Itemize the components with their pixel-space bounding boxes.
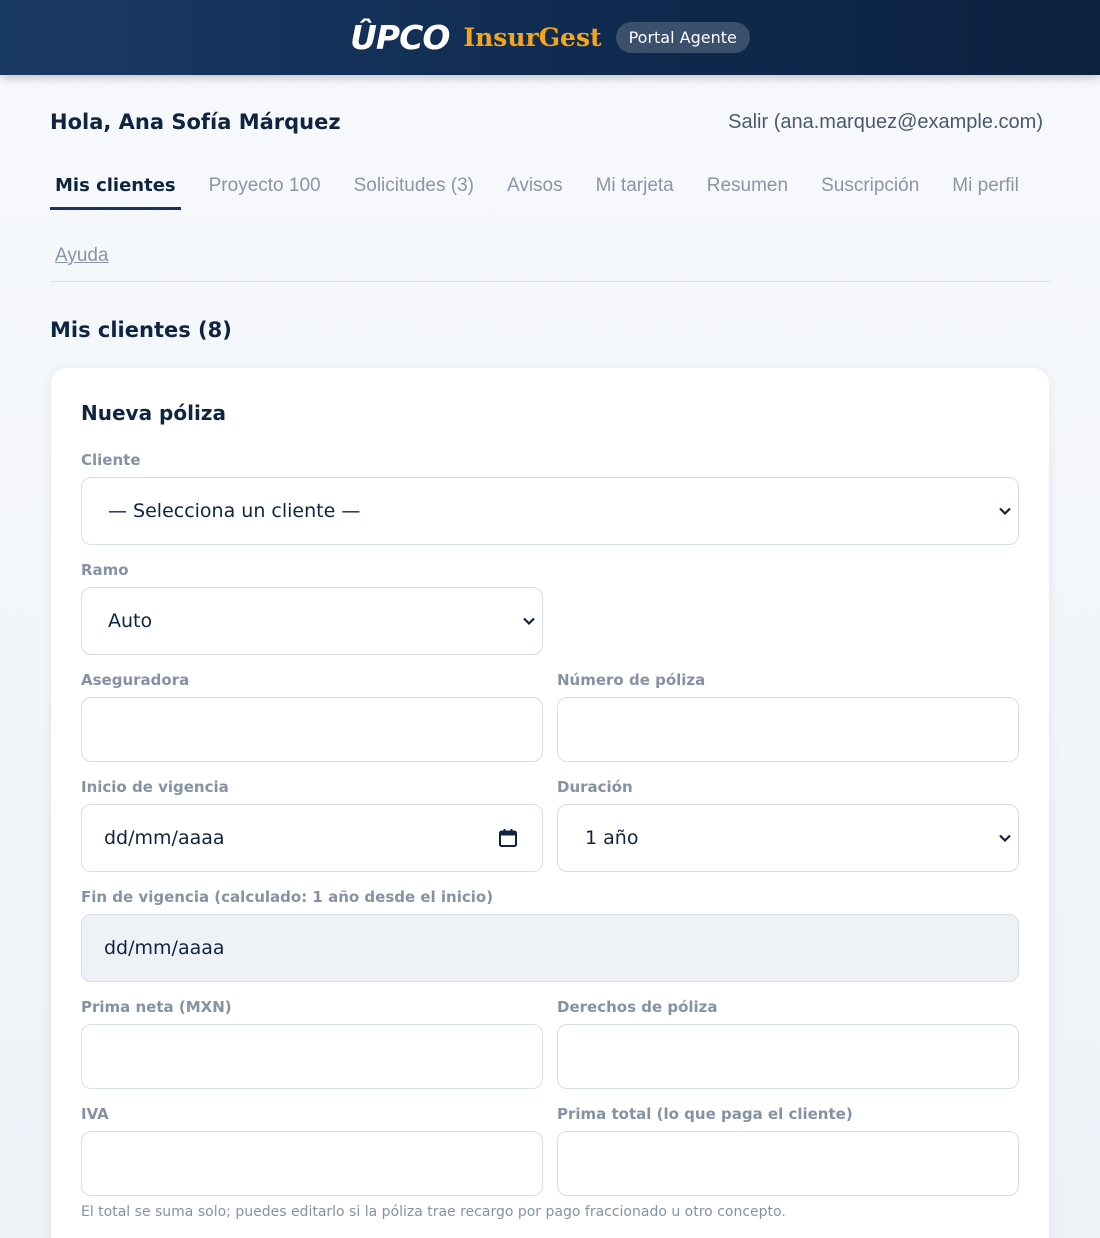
prima-total-hint: El total se suma solo; puedes editarlo s…: [81, 1204, 786, 1220]
upco-logo: ÛPCO: [350, 18, 450, 57]
iva-input[interactable]: [81, 1131, 543, 1196]
aseguradora-input[interactable]: [81, 697, 543, 762]
inicio-vigencia-date-input[interactable]: dd/mm/aaaa: [81, 804, 543, 872]
prima-neta-label: Prima neta (MXN): [81, 998, 232, 1016]
ramo-select-value: Auto: [108, 610, 153, 632]
cliente-label: Cliente: [81, 451, 141, 469]
tab-suscripcion[interactable]: Suscripción: [816, 172, 924, 210]
prima-total-label: Prima total (lo que paga el cliente): [557, 1105, 853, 1123]
top-header: ÛPCO InsurGest Portal Agente: [0, 0, 1100, 75]
aseguradora-label: Aseguradora: [81, 671, 190, 689]
main-tabs: Mis clientes Proyecto 100 Solicitudes (3…: [50, 172, 1050, 210]
logout-link[interactable]: Salir (ana.marquez@example.com): [728, 111, 1043, 134]
numero-poliza-label: Número de póliza: [557, 671, 706, 689]
tab-ayuda[interactable]: Ayuda: [55, 245, 109, 267]
tabs-divider: [50, 281, 1050, 282]
tab-mi-tarjeta[interactable]: Mi tarjeta: [591, 172, 679, 210]
section-title: Mis clientes (8): [50, 318, 232, 342]
fin-vigencia-readonly-field: dd/mm/aaaa: [81, 914, 1019, 982]
chevron-down-icon: [999, 507, 1011, 516]
numero-poliza-input[interactable]: [557, 697, 1019, 762]
chevron-down-icon: [523, 617, 535, 626]
calendar-icon[interactable]: [498, 828, 518, 848]
tab-proyecto-100[interactable]: Proyecto 100: [204, 172, 326, 210]
duracion-label: Duración: [557, 778, 633, 796]
portal-badge: Portal Agente: [615, 22, 750, 53]
tab-avisos[interactable]: Avisos: [502, 172, 568, 210]
inicio-vigencia-value: dd/mm/aaaa: [104, 827, 225, 849]
chevron-down-icon: [999, 834, 1011, 843]
tab-mi-perfil[interactable]: Mi perfil: [947, 172, 1024, 210]
duracion-select[interactable]: 1 año: [557, 804, 1019, 872]
ramo-select[interactable]: Auto: [81, 587, 543, 655]
greeting-text: Hola, Ana Sofía Márquez: [50, 110, 341, 134]
iva-label: IVA: [81, 1105, 109, 1123]
prima-neta-input[interactable]: [81, 1024, 543, 1089]
prima-total-input[interactable]: [557, 1131, 1019, 1196]
fin-vigencia-value: dd/mm/aaaa: [104, 937, 225, 959]
inicio-vigencia-label: Inicio de vigencia: [81, 778, 229, 796]
derechos-poliza-label: Derechos de póliza: [557, 998, 718, 1016]
fin-vigencia-label: Fin de vigencia (calculado: 1 año desde …: [81, 888, 494, 906]
tab-resumen[interactable]: Resumen: [702, 172, 793, 210]
cliente-select[interactable]: — Selecciona un cliente —: [81, 477, 1019, 545]
tab-mis-clientes[interactable]: Mis clientes: [50, 172, 181, 210]
ramo-label: Ramo: [81, 561, 129, 579]
tab-solicitudes[interactable]: Solicitudes (3): [349, 172, 479, 210]
user-bar: Hola, Ana Sofía Márquez Salir (ana.marqu…: [50, 110, 1043, 134]
duracion-select-value: 1 año: [585, 827, 639, 849]
form-title: Nueva póliza: [81, 401, 226, 425]
derechos-poliza-input[interactable]: [557, 1024, 1019, 1089]
cliente-select-value: — Selecciona un cliente —: [108, 500, 361, 522]
insurgest-logo: InsurGest: [463, 23, 602, 52]
